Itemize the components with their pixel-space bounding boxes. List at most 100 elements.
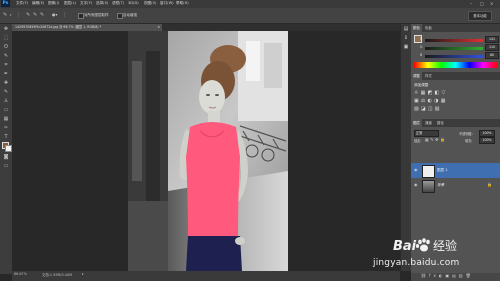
type-tool-icon[interactable]: T <box>2 134 10 141</box>
photo-image <box>128 31 288 271</box>
tab-layers[interactable]: 图层 <box>411 119 422 127</box>
layer-row-background[interactable]: ◉ 背景 🔒 <box>411 178 500 193</box>
info-panel-icon[interactable]: ℹ <box>403 35 409 41</box>
red-value[interactable]: 141 <box>485 35 499 43</box>
tab-color[interactable]: 颜色 <box>411 24 422 32</box>
green-slider-track[interactable] <box>425 47 483 50</box>
photoshop-logo: Ps <box>1 0 10 7</box>
dropdown-arrow-icon[interactable]: ▾ <box>10 13 12 17</box>
pen-tool-icon[interactable]: ✑ <box>2 125 10 132</box>
tab-swatches[interactable]: 色板 <box>423 24 434 32</box>
menu-edit[interactable]: 编辑(E) <box>32 1 44 6</box>
blue-value[interactable]: 80 <box>485 51 499 59</box>
red-slider[interactable]: R 141 <box>420 35 499 43</box>
opacity-field[interactable]: 100% <box>479 130 495 137</box>
menu-image[interactable]: 图像(I) <box>48 1 59 6</box>
tab-paths[interactable]: 路径 <box>435 119 446 127</box>
svg-text:Bai: Bai <box>393 239 417 254</box>
brush-tool-icon[interactable]: ✎ <box>2 89 10 96</box>
marquee-tool-icon[interactable]: ⬚ <box>2 35 10 42</box>
lock-icons[interactable]: ▦✎✥🔒 <box>425 137 446 142</box>
screen-mode-icon[interactable]: ▭ <box>2 163 10 170</box>
eyedropper-tool-icon[interactable]: ✒ <box>2 71 10 78</box>
menu-view[interactable]: 视图(V) <box>144 1 156 6</box>
gradient-tool-icon[interactable]: ▦ <box>2 116 10 123</box>
add-adjustment-title: 添加调整 <box>414 83 429 87</box>
layer-lock-icon: 🔒 <box>487 182 492 187</box>
healing-brush-tool-icon[interactable]: ✚ <box>2 80 10 87</box>
lock-label: 锁定: <box>414 139 422 143</box>
baidu-jingyan-url: jingyan.baidu.com <box>373 258 460 268</box>
baidu-paw-icon: Bai 经验 <box>393 238 457 254</box>
zoom-level[interactable]: 66.67% <box>14 272 27 276</box>
color-spectrum-ramp[interactable] <box>414 62 497 68</box>
menu-file[interactable]: 文件(F) <box>16 1 28 6</box>
background-color-swatch[interactable] <box>5 145 12 152</box>
adjustments-panel-tabs: 调整 样式 <box>411 72 500 80</box>
visibility-eye-icon[interactable]: ◉ <box>414 183 419 187</box>
separator-icon: | <box>64 12 66 18</box>
layer-thumbnail <box>422 165 435 178</box>
visibility-eye-icon[interactable]: ◉ <box>414 168 419 172</box>
layer-row-layer1[interactable]: ◉ 图层 1 <box>411 163 500 178</box>
canvas-area[interactable] <box>12 31 400 271</box>
new-selection-brush-icon[interactable]: ✎ <box>26 12 30 18</box>
maximize-icon[interactable]: □ <box>480 1 484 6</box>
layers-panel-tabs: 图层 通道 路径 <box>411 119 500 127</box>
fill-field[interactable]: 100% <box>479 137 495 144</box>
document-tab-title: 1429970659f5c20672a.jpg @ 66.7% (图层 1, R… <box>15 25 102 29</box>
quick-selection-tool-icon[interactable]: ✎ <box>3 12 7 18</box>
menu-3d[interactable]: 3D(D) <box>128 1 139 5</box>
green-value[interactable]: 110 <box>485 43 499 51</box>
status-bar: 66.67% 文档:1.59M/3.40M ▸ <box>12 271 400 281</box>
adjustment-icons-row2[interactable]: ▣⚖◐◑▦ <box>414 98 494 104</box>
properties-panel-icon[interactable]: ▣ <box>403 44 409 50</box>
menu-filter[interactable]: 滤镜(T) <box>112 1 124 6</box>
brush-size-icon[interactable]: ●▾ <box>52 12 58 17</box>
document-tab[interactable]: 1429970659f5c20672a.jpg @ 66.7% (图层 1, R… <box>12 24 162 31</box>
crop-tool-icon[interactable]: ⌗ <box>2 62 10 69</box>
add-selection-brush-icon[interactable]: ✎ <box>33 12 37 18</box>
document-info: 文档:1.59M/3.40M <box>42 273 73 277</box>
baidu-jingyan-logo: Bai 经验 <box>393 236 463 254</box>
menu-select[interactable]: 选择(S) <box>96 1 108 6</box>
lasso-tool-icon[interactable]: ʘ <box>2 44 10 51</box>
adjustment-icons-row1[interactable]: ☼▦◩◧▽ <box>414 90 494 96</box>
blue-slider[interactable]: B 80 <box>420 51 499 59</box>
blue-slider-track[interactable] <box>425 55 483 58</box>
menu-type[interactable]: 文字(Y) <box>80 1 92 6</box>
green-slider[interactable]: G 110 <box>420 43 499 51</box>
workspace-button[interactable]: 基本功能 <box>468 11 492 21</box>
document-tab-bar: 1429970659f5c20672a.jpg @ 66.7% (图层 1, R… <box>12 24 400 31</box>
sample-all-layers-label: 对所有图层取样 <box>84 12 109 17</box>
menu-layer[interactable]: 图层(L) <box>64 1 76 6</box>
options-bar: ✎ ▾ | ✎ ✎ ✎ ●▾ | 对所有图层取样 自动增强 基本功能 <box>0 8 500 24</box>
subtract-selection-brush-icon[interactable]: ✎ <box>40 12 44 18</box>
document-photo <box>128 31 288 271</box>
red-slider-track[interactable] <box>425 39 483 42</box>
layer-name[interactable]: 图层 1 <box>437 168 448 173</box>
menu-window[interactable]: 窗口(W) <box>160 1 174 6</box>
close-tab-icon[interactable]: × <box>157 24 160 31</box>
tab-styles[interactable]: 样式 <box>423 72 434 80</box>
status-menu-arrow-icon[interactable]: ▸ <box>82 272 84 276</box>
blend-mode-select[interactable]: 正常 <box>414 130 439 137</box>
adjustment-icons-row3[interactable]: ▨◪◫▧ <box>414 106 494 112</box>
move-tool-icon[interactable]: ✥ <box>2 26 10 33</box>
close-icon[interactable]: × <box>490 1 493 6</box>
quick-mask-icon[interactable]: ◙ <box>2 154 10 161</box>
quick-selection-tool-icon[interactable]: ✎ <box>2 53 10 60</box>
menu-help[interactable]: 帮助(H) <box>176 1 189 6</box>
menu-bar: Ps 文件(F) 编辑(E) 图像(I) 图层(L) 文字(Y) 选择(S) 滤… <box>0 0 500 8</box>
clone-stamp-tool-icon[interactable]: ♙ <box>2 98 10 105</box>
layers-footer-icons[interactable]: ⛓fx◐▣▤▥🗑 <box>411 273 500 281</box>
history-panel-icon[interactable]: ▤ <box>403 26 409 32</box>
minimize-icon[interactable]: – <box>470 1 472 6</box>
tab-adjustments[interactable]: 调整 <box>411 72 422 80</box>
opacity-label: 不透明度: <box>459 132 473 136</box>
tab-channels[interactable]: 通道 <box>423 119 434 127</box>
fill-label: 填充: <box>465 139 473 143</box>
auto-enhance-label: 自动增强 <box>123 12 137 17</box>
eraser-tool-icon[interactable]: ▭ <box>2 107 10 114</box>
layer-name[interactable]: 背景 <box>437 183 444 188</box>
